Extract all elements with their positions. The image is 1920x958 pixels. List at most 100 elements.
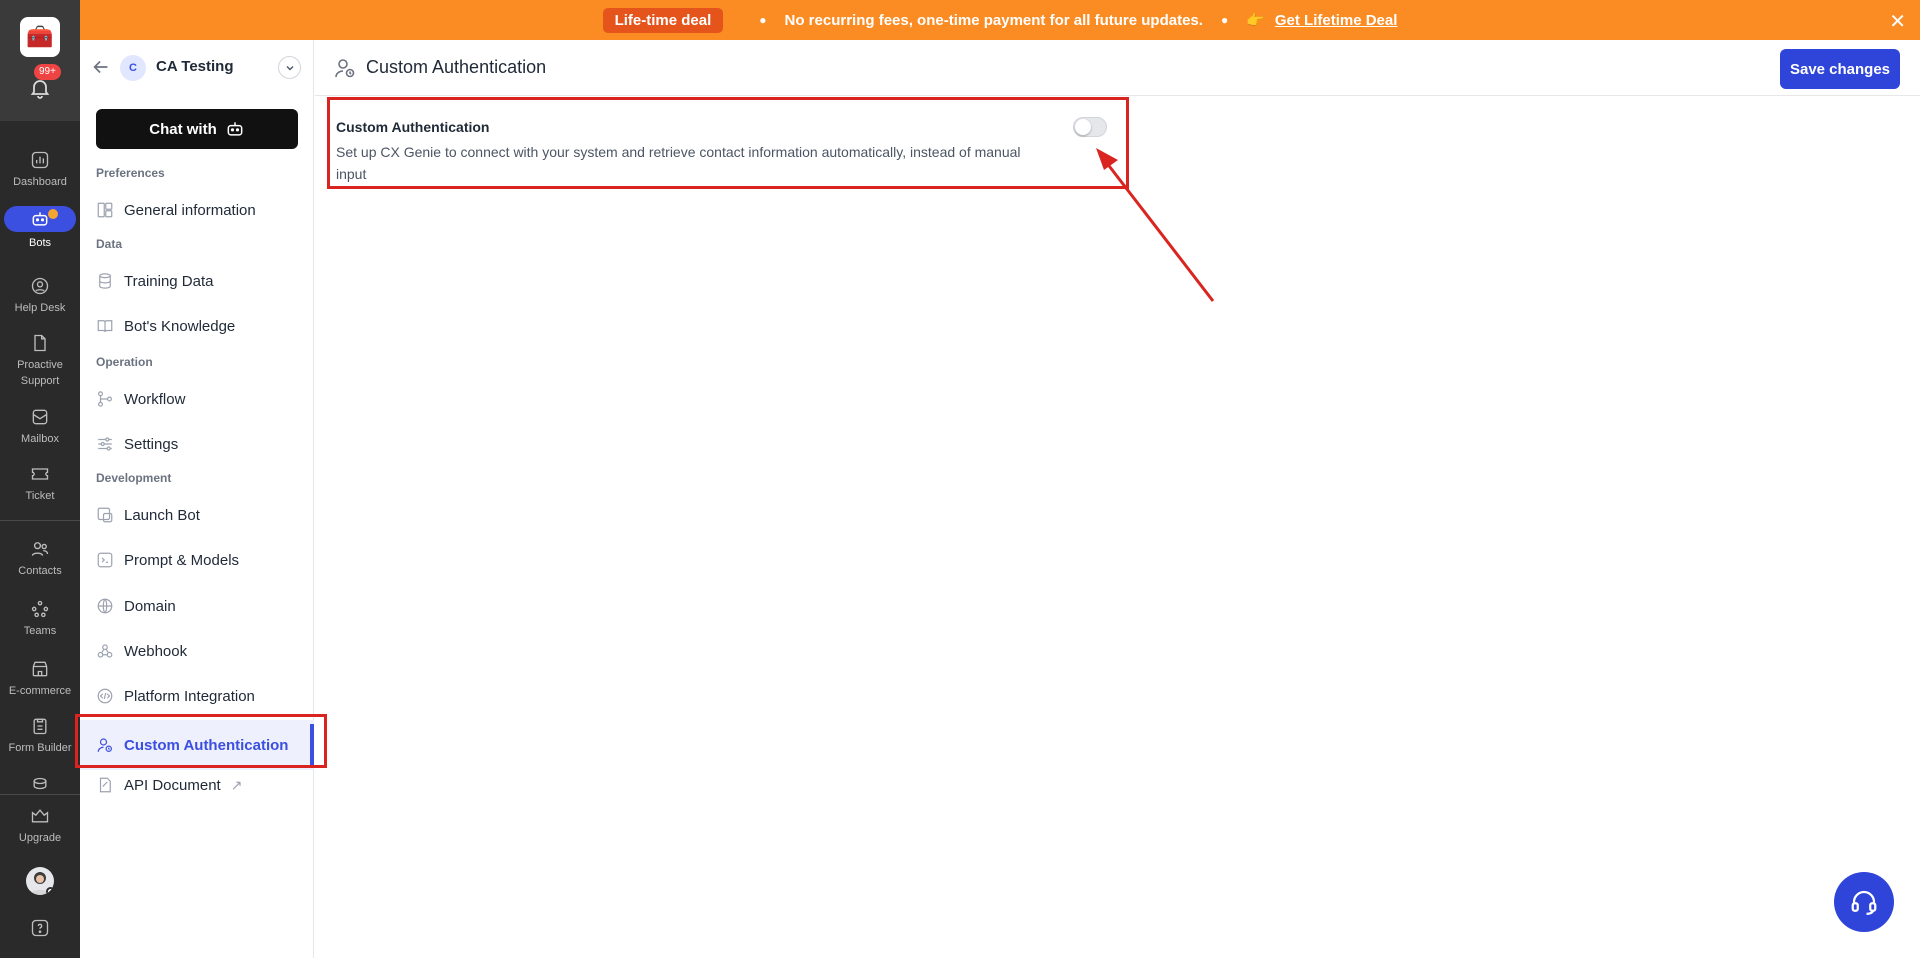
chat-with-bot-button[interactable]: Chat with [96,109,298,149]
section-title-data: Data [96,237,123,251]
bot-settings-sidebar: C CA Testing Chat with Preferences Gener… [80,40,314,958]
sidebar-item-general-information[interactable]: General information [96,192,306,228]
get-lifetime-deal-link[interactable]: Get Lifetime Deal [1275,12,1398,29]
document-icon [96,776,114,794]
sidebar-item-webhook[interactable]: Webhook [96,633,306,669]
database-icon [96,272,114,290]
sidebar-item-label: General information [124,201,256,219]
form-builder-icon [33,718,47,735]
code-icon [96,687,114,705]
rail-label: Proactive Support [17,359,63,387]
sidebar-item-label: Settings [124,435,179,453]
sidebar-item-launch-bot[interactable]: Launch Bot [96,497,306,533]
sidebar-item-label: Workflow [124,390,186,408]
card-description: Set up CX Genie to connect with your sys… [336,144,1021,182]
upgrade-icon [31,809,49,823]
headset-icon [1851,890,1877,915]
workspace-logo[interactable]: 🧰 [20,17,60,57]
rail-item-form-builder[interactable]: Form Builder [0,716,80,756]
sidebar-item-label: Prompt & Models [124,551,240,569]
back-arrow-icon[interactable] [90,56,112,78]
book-icon [96,317,114,335]
rail-label: Upgrade [18,832,62,844]
page-header: Custom Authentication Save changes [315,40,1920,96]
app-root: 🧰 99+ Dashboard Bots Help Desk Proactive… [0,0,1920,958]
annotation-arrow [1096,148,1215,302]
contacts-icon [31,542,49,556]
support-chat-button[interactable] [1834,872,1894,932]
sidebar-item-workflow[interactable]: Workflow [96,381,306,417]
rail-item-teams[interactable]: Teams [0,599,80,639]
ecommerce-icon [32,661,48,677]
help-icon[interactable] [30,918,50,938]
rail-label: E-commerce [8,685,72,697]
sidebar-item-bots-knowledge[interactable]: Bot's Knowledge [96,308,306,344]
rail-item-upgrade[interactable]: Upgrade [0,806,80,846]
rail-label: Dashboard [13,176,67,188]
page-title: Custom Authentication [366,57,547,77]
rail-label: Help Desk [14,302,66,314]
chevron-down-icon [286,65,293,70]
user-avatar[interactable] [26,867,54,895]
sidebar-item-label: Bot's Knowledge [124,317,236,335]
sidebar-item-domain[interactable]: Domain [96,588,306,624]
lifetime-deal-badge: Life-time deal [602,7,724,33]
rail-label: Bots [28,237,51,249]
rail-top: 🧰 99+ [0,0,80,121]
toggle-knob [1075,119,1091,135]
sidebar-header: C CA Testing [80,40,314,95]
save-changes-button[interactable]: Save changes [1780,49,1900,89]
rail-item-help-desk[interactable]: Help Desk [0,276,80,316]
close-icon[interactable]: ✕ [1889,9,1906,34]
sidebar-item-settings[interactable]: Settings [96,426,306,462]
dashboard-icon [31,151,49,169]
rail-item-contacts[interactable]: Contacts [0,539,80,579]
sidebar-item-api-document[interactable]: API Document ↗ [96,767,306,803]
rail-label: Teams [23,625,57,637]
sidebar-item-label: API Document [124,776,221,794]
bot-icon [32,212,48,226]
sliders-icon [96,435,114,453]
rail-item-mailbox[interactable]: Mailbox [0,407,80,447]
globe-icon [96,597,114,615]
custom-authentication-toggle[interactable] [1073,117,1107,137]
pointing-hand-icon: 👉 [1246,12,1265,29]
sidebar-item-training-data[interactable]: Training Data [96,263,306,299]
rail-item-database[interactable] [0,776,80,800]
sidebar-item-label: Platform Integration [124,687,255,705]
bot-icon [227,122,243,136]
sidebar-item-label: Training Data [124,272,214,290]
sidebar-item-label: Launch Bot [124,506,200,524]
card-title: Custom Authentication [336,119,490,135]
user-lock-icon [335,59,355,78]
launch-icon [96,506,114,524]
bot-switcher-button[interactable] [278,56,301,79]
banner-bullet: ● [1220,13,1229,27]
sidebar-item-platform-integration[interactable]: Platform Integration [96,678,306,714]
rail-label: Ticket [25,490,55,502]
bots-dot [48,209,58,219]
bot-avatar: C [120,55,146,81]
rail-item-proactive-support[interactable]: Proactive Support [0,333,80,389]
proactive-support-icon [34,334,46,352]
rail-label: Contacts [18,565,62,577]
external-link-icon: ↗ [230,776,243,793]
rail-item-bots[interactable]: Bots [0,206,80,251]
mailbox-icon [32,409,48,425]
rail-item-ticket[interactable]: Ticket [0,464,80,504]
teams-icon [31,600,49,618]
workflow-icon [96,390,114,408]
active-pill [4,206,76,232]
custom-authentication-card: Custom Authentication Set up CX Genie to… [327,97,1129,189]
terminal-icon [96,551,114,569]
database-icon [33,777,47,790]
banner-bullet: ● [759,13,767,27]
rail-divider [0,520,80,521]
rail-item-ecommerce[interactable]: E-commerce [0,659,80,699]
chat-button-label: Chat with [149,120,217,138]
rail-item-dashboard[interactable]: Dashboard [0,150,80,190]
notification-badge: 99+ [34,64,61,80]
promo-banner: Life-time deal ● No recurring fees, one-… [80,0,1920,40]
sidebar-item-prompt-models[interactable]: Prompt & Models [96,542,306,578]
online-indicator [46,887,54,895]
